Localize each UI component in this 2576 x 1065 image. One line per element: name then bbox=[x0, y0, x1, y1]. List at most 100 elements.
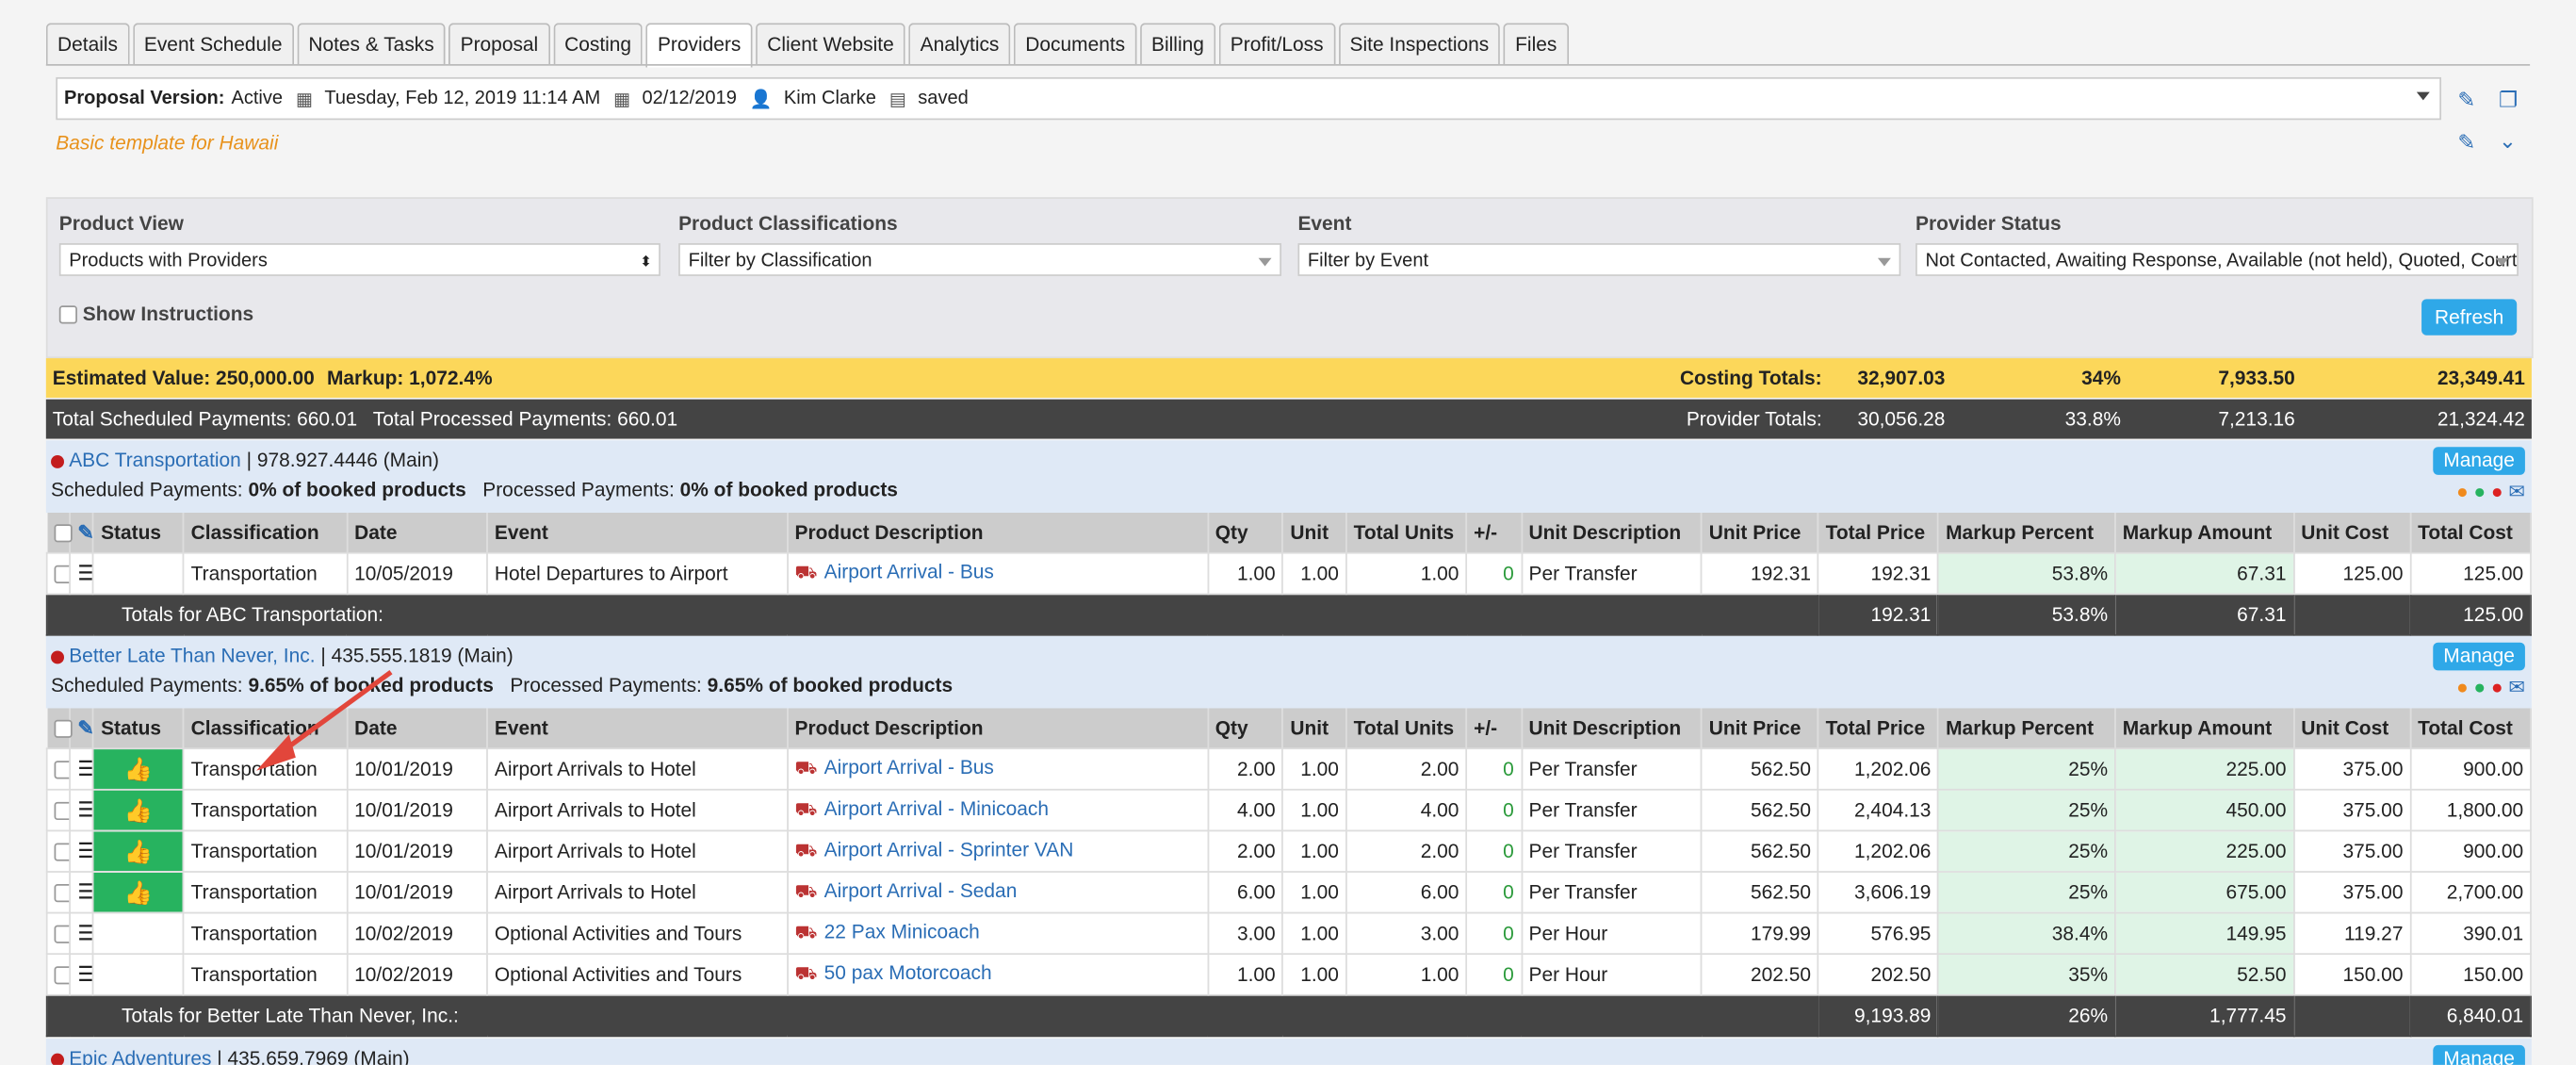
status-cell[interactable]: 👍 bbox=[92, 871, 185, 914]
row-select-cell[interactable] bbox=[45, 871, 72, 914]
cell-classification: Transportation bbox=[182, 953, 349, 996]
status-cell[interactable]: 👍 bbox=[92, 747, 185, 791]
drag-handle-icon[interactable]: ☰ bbox=[77, 797, 91, 822]
product-link[interactable]: 22 Pax Minicoach bbox=[824, 920, 980, 942]
cell-product[interactable]: ⛟ Airport Arrival - Minicoach bbox=[786, 788, 1209, 832]
select-all-checkbox[interactable] bbox=[46, 708, 72, 749]
tab-proposal[interactable]: Proposal bbox=[448, 23, 550, 66]
question-icon[interactable]: ● bbox=[2456, 480, 2469, 502]
manage-button[interactable]: Manage bbox=[2433, 447, 2525, 475]
provider-name-link[interactable]: Epic Adventures bbox=[69, 1047, 211, 1065]
row-select-cell[interactable] bbox=[45, 911, 72, 956]
drag-handle-icon[interactable]: ☰ bbox=[77, 961, 91, 986]
product-link[interactable]: Airport Arrival - Bus bbox=[824, 561, 994, 583]
cell-product[interactable]: ⛟ Airport Arrival - Sprinter VAN bbox=[786, 829, 1209, 873]
row-actions-cell[interactable]: ☰ bbox=[69, 871, 95, 914]
tab-site-inspections[interactable]: Site Inspections bbox=[1338, 23, 1501, 66]
tab-notes-tasks[interactable]: Notes & Tasks bbox=[297, 23, 446, 66]
row-select-cell[interactable] bbox=[45, 551, 72, 596]
row-actions-cell[interactable]: ☰ bbox=[69, 911, 95, 956]
tab-details[interactable]: Details bbox=[45, 23, 130, 66]
cell-product[interactable]: ⛟ 50 pax Motorcoach bbox=[786, 953, 1209, 996]
provider-name-link[interactable]: Better Late Than Never, Inc. bbox=[69, 644, 315, 666]
row-checkbox[interactable] bbox=[54, 844, 69, 862]
select-all-checkbox[interactable] bbox=[46, 513, 72, 553]
decline-icon[interactable]: ● bbox=[2491, 480, 2503, 502]
product-link[interactable]: Airport Arrival - Minicoach bbox=[824, 797, 1049, 820]
drag-handle-icon[interactable]: ☰ bbox=[77, 561, 91, 585]
row-checkbox[interactable] bbox=[54, 802, 69, 821]
bulk-edit-pencil-icon[interactable]: ✎ bbox=[70, 708, 95, 749]
table-row[interactable]: ☰ 👍Transportation10/01/2019Airport Arriv… bbox=[45, 871, 2532, 914]
copy-icon[interactable]: ❐ bbox=[2499, 87, 2518, 113]
row-checkbox[interactable] bbox=[54, 966, 69, 985]
approve-icon[interactable]: ● bbox=[2473, 676, 2486, 698]
row-actions-cell[interactable]: ☰ bbox=[69, 953, 95, 996]
classification-filter[interactable]: Filter by Classification bbox=[678, 243, 1282, 276]
manage-button[interactable]: Manage bbox=[2433, 1044, 2525, 1065]
row-checkbox[interactable] bbox=[54, 565, 69, 584]
row-select-cell[interactable] bbox=[45, 747, 72, 791]
pencil-icon[interactable]: ✎ bbox=[2457, 87, 2475, 113]
tab-profit-loss[interactable]: Profit/Loss bbox=[1218, 23, 1335, 66]
show-instructions[interactable]: Show Instructions bbox=[58, 303, 253, 325]
row-actions-cell[interactable]: ☰ bbox=[69, 829, 95, 873]
cell-product[interactable]: ⛟ Airport Arrival - Bus bbox=[786, 551, 1209, 596]
status-cell[interactable] bbox=[92, 953, 185, 996]
email-icon[interactable]: ✉ bbox=[2508, 480, 2525, 502]
drag-handle-icon[interactable]: ☰ bbox=[77, 920, 91, 944]
cell-product[interactable]: ⛟ Airport Arrival - Sedan bbox=[786, 871, 1209, 914]
row-actions-cell[interactable]: ☰ bbox=[69, 788, 95, 832]
refresh-button[interactable]: Refresh bbox=[2421, 299, 2518, 336]
product-link[interactable]: Airport Arrival - Bus bbox=[824, 756, 994, 778]
tab-client-website[interactable]: Client Website bbox=[756, 23, 905, 66]
question-icon[interactable]: ● bbox=[2456, 676, 2469, 698]
tab-analytics[interactable]: Analytics bbox=[908, 23, 1011, 66]
row-select-cell[interactable] bbox=[45, 829, 72, 873]
tab-billing[interactable]: Billing bbox=[1139, 23, 1216, 66]
edit-icon[interactable]: ✎ bbox=[2457, 130, 2475, 156]
drag-handle-icon[interactable]: ☰ bbox=[77, 838, 91, 862]
product-link[interactable]: Airport Arrival - Sprinter VAN bbox=[824, 838, 1074, 860]
status-cell[interactable]: 👍 bbox=[92, 829, 185, 873]
drag-handle-icon[interactable]: ☰ bbox=[77, 756, 91, 780]
manage-button[interactable]: Manage bbox=[2433, 642, 2525, 671]
email-icon[interactable]: ✉ bbox=[2508, 676, 2525, 698]
decline-icon[interactable]: ● bbox=[2491, 676, 2503, 698]
row-actions-cell[interactable]: ☰ bbox=[69, 551, 95, 596]
cell-product[interactable]: ⛟ 22 Pax Minicoach bbox=[786, 911, 1209, 956]
row-select-cell[interactable] bbox=[45, 953, 72, 996]
cell-product[interactable]: ⛟ Airport Arrival - Bus bbox=[786, 747, 1209, 791]
row-checkbox[interactable] bbox=[54, 761, 69, 780]
table-row[interactable]: ☰ 👍Transportation10/01/2019Airport Arriv… bbox=[45, 829, 2532, 873]
product-link[interactable]: 50 pax Motorcoach bbox=[824, 961, 992, 984]
status-cell[interactable] bbox=[92, 551, 185, 596]
collapse-chevron-icon[interactable]: ⌄ bbox=[2499, 128, 2517, 155]
cell-unit-price: 562.50 bbox=[1701, 747, 1819, 791]
bulk-edit-pencil-icon[interactable]: ✎ bbox=[70, 513, 95, 553]
tab-costing[interactable]: Costing bbox=[552, 23, 644, 66]
table-row[interactable]: ☰ Transportation10/05/2019Hotel Departur… bbox=[45, 551, 2532, 596]
tab-event-schedule[interactable]: Event Schedule bbox=[132, 23, 294, 66]
provider-name-link[interactable]: ABC Transportation bbox=[69, 449, 241, 471]
tab-documents[interactable]: Documents bbox=[1014, 23, 1137, 66]
status-cell[interactable] bbox=[92, 911, 185, 956]
proposal-version-select[interactable]: Proposal Version: Active ▦ Tuesday, Feb 1… bbox=[56, 76, 2441, 121]
table-row[interactable]: ☰ Transportation10/02/2019Optional Activ… bbox=[45, 953, 2532, 996]
row-select-cell[interactable] bbox=[45, 788, 72, 832]
tab-files[interactable]: Files bbox=[1503, 23, 1569, 66]
product-link[interactable]: Airport Arrival - Sedan bbox=[824, 879, 1018, 902]
table-row[interactable]: ☰ Transportation10/02/2019Optional Activ… bbox=[45, 911, 2532, 956]
event-filter[interactable]: Filter by Event bbox=[1297, 243, 1901, 276]
row-actions-cell[interactable]: ☰ bbox=[69, 747, 95, 791]
row-checkbox[interactable] bbox=[54, 884, 69, 903]
drag-handle-icon[interactable]: ☰ bbox=[77, 879, 91, 904]
row-checkbox[interactable] bbox=[54, 926, 69, 944]
approve-icon[interactable]: ● bbox=[2473, 480, 2486, 502]
show-instructions-checkbox[interactable] bbox=[58, 305, 77, 325]
product-view-select[interactable]: Products with Providers ⬍ bbox=[58, 243, 660, 276]
table-row[interactable]: ☰ 👍Transportation10/01/2019Airport Arriv… bbox=[45, 788, 2532, 832]
status-cell[interactable]: 👍 bbox=[92, 788, 185, 832]
provider-status-filter[interactable]: Not Contacted, Awaiting Response, Availa… bbox=[1916, 243, 2519, 276]
tab-providers[interactable]: Providers bbox=[645, 23, 753, 68]
